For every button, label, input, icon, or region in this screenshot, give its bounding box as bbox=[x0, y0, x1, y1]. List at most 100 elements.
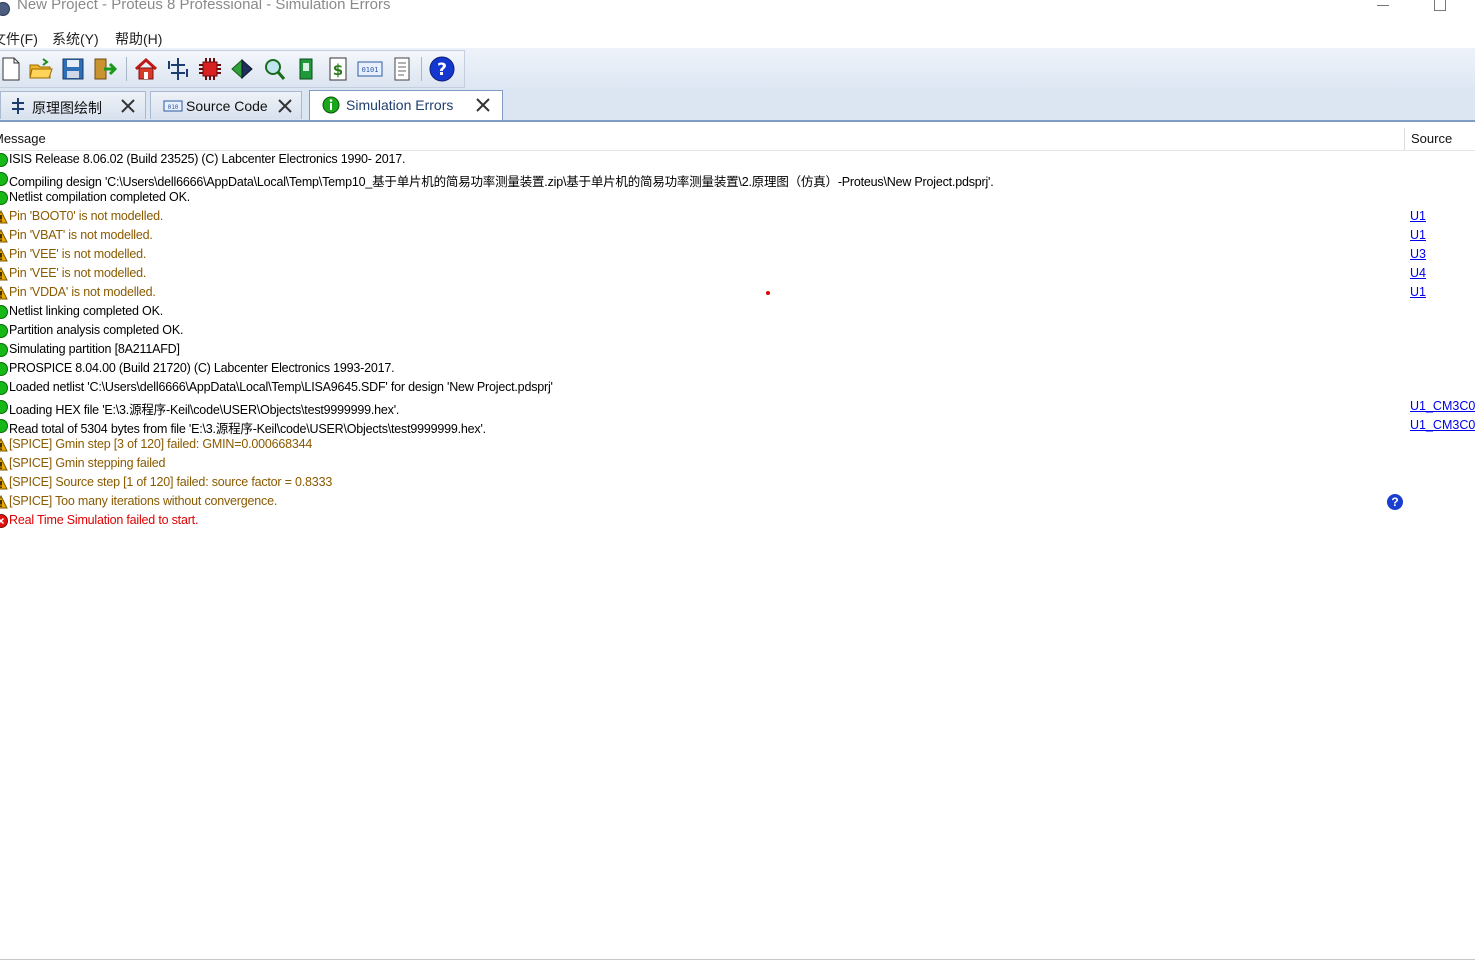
gerber-viewer-icon[interactable] bbox=[228, 55, 256, 83]
list-item[interactable]: Partition analysis completed OK. bbox=[0, 322, 1475, 341]
warning-icon bbox=[0, 285, 8, 300]
row-message: Pin 'VBAT' is not modelled. bbox=[9, 228, 153, 242]
source-link[interactable]: U1 bbox=[1410, 209, 1426, 223]
row-message: Compiling design 'C:\Users\dell6666\AppD… bbox=[9, 175, 994, 189]
info-icon bbox=[0, 419, 8, 433]
info-icon bbox=[0, 324, 8, 338]
list-item[interactable]: Compiling design 'C:\Users\dell6666\AppD… bbox=[0, 170, 1475, 189]
info-icon bbox=[0, 191, 8, 205]
save-icon[interactable] bbox=[59, 55, 87, 83]
pcb-layout-icon[interactable] bbox=[196, 55, 224, 83]
list-item[interactable]: Pin 'VEE' is not modelled. U4 bbox=[0, 265, 1475, 284]
source-link[interactable]: U1_CM3C0 bbox=[1410, 399, 1475, 413]
schematic-icon bbox=[9, 97, 27, 115]
info-icon bbox=[0, 400, 8, 414]
column-divider[interactable] bbox=[1404, 128, 1405, 150]
warning-icon bbox=[0, 494, 8, 509]
help-icon[interactable]: ? bbox=[1387, 494, 1403, 510]
row-message: ISIS Release 8.06.02 (Build 23525) (C) L… bbox=[9, 152, 406, 166]
info-icon bbox=[0, 153, 8, 167]
list-item[interactable]: PROSPICE 8.04.00 (Build 21720) (C) Labce… bbox=[0, 360, 1475, 379]
menu-bar: 文件(F) 系统(Y) 帮助(H) bbox=[0, 26, 1475, 48]
warning-icon bbox=[0, 475, 8, 490]
home-icon[interactable] bbox=[132, 55, 160, 83]
warning-icon bbox=[0, 266, 8, 281]
list-item[interactable]: Real Time Simulation failed to start. bbox=[0, 512, 1475, 531]
info-icon bbox=[0, 172, 8, 186]
row-message: [SPICE] Gmin stepping failed bbox=[9, 456, 166, 470]
info-icon bbox=[0, 343, 8, 357]
warning-icon bbox=[0, 456, 8, 471]
warning-icon bbox=[0, 228, 8, 243]
row-message: Simulating partition [8A211AFD] bbox=[9, 342, 180, 356]
error-icon bbox=[0, 514, 8, 528]
close-icon[interactable] bbox=[119, 97, 137, 115]
list-item[interactable]: [SPICE] Source step [1 of 120] failed: s… bbox=[0, 474, 1475, 493]
3d-visualizer-icon[interactable] bbox=[292, 55, 320, 83]
list-item[interactable]: Netlist compilation completed OK. bbox=[0, 189, 1475, 208]
notes-icon[interactable] bbox=[388, 55, 416, 83]
list-header: Message Source bbox=[0, 128, 1475, 151]
row-message: Partition analysis completed OK. bbox=[9, 323, 184, 337]
row-message: [SPICE] Source step [1 of 120] failed: s… bbox=[9, 475, 333, 489]
help-icon[interactable]: ? bbox=[428, 55, 456, 83]
row-message: Pin 'VDDA' is not modelled. bbox=[9, 285, 156, 299]
design-explorer-icon[interactable] bbox=[260, 55, 288, 83]
binary-code-icon: 010 bbox=[163, 97, 183, 115]
info-icon bbox=[0, 381, 8, 395]
cursor-marker bbox=[766, 291, 770, 295]
maximize-button[interactable] bbox=[1434, 0, 1446, 11]
menu-help[interactable]: 帮助(H) bbox=[115, 29, 162, 49]
source-link[interactable]: U1 bbox=[1410, 228, 1426, 242]
list-item[interactable]: [SPICE] Gmin step [3 of 120] failed: GMI… bbox=[0, 436, 1475, 455]
source-link[interactable]: U3 bbox=[1410, 247, 1426, 261]
list-item[interactable]: ISIS Release 8.06.02 (Build 23525) (C) L… bbox=[0, 151, 1475, 170]
list-item[interactable]: Pin 'BOOT0' is not modelled. U1 bbox=[0, 208, 1475, 227]
svg-text:0101: 0101 bbox=[362, 66, 379, 74]
list-item[interactable]: Loaded netlist 'C:\Users\dell6666\AppDat… bbox=[0, 379, 1475, 398]
tab-source-code[interactable]: 010 Source Code bbox=[150, 91, 302, 119]
close-icon[interactable] bbox=[276, 97, 294, 115]
row-message: [SPICE] Too many iterations without conv… bbox=[9, 494, 278, 508]
info-icon bbox=[322, 96, 340, 114]
menu-file[interactable]: 文件(F) bbox=[0, 29, 38, 49]
proteus-app-icon bbox=[0, 2, 10, 16]
main-toolbar: $ 0101 ? bbox=[0, 50, 465, 88]
tab-label: Source Code bbox=[186, 98, 268, 114]
list-item[interactable]: [SPICE] Too many iterations without conv… bbox=[0, 493, 1475, 512]
tab-simulation-errors[interactable]: Simulation Errors bbox=[309, 90, 503, 120]
list-item[interactable]: Simulating partition [8A211AFD] bbox=[0, 341, 1475, 360]
source-code-icon[interactable]: 0101 bbox=[356, 55, 384, 83]
tab-schematic-capture[interactable]: 原理图绘制 bbox=[0, 91, 146, 119]
tab-label: Simulation Errors bbox=[346, 97, 454, 113]
schematic-icon[interactable] bbox=[164, 55, 192, 83]
bill-of-materials-icon[interactable]: $ bbox=[324, 55, 352, 83]
row-message: Real Time Simulation failed to start. bbox=[9, 513, 199, 527]
list-item[interactable]: Pin 'VDDA' is not modelled. U1 bbox=[0, 284, 1475, 303]
list-item[interactable]: Loading HEX file 'E:\3.源程序-Keil\code\USE… bbox=[0, 398, 1475, 417]
list-item[interactable]: Pin 'VBAT' is not modelled. U1 bbox=[0, 227, 1475, 246]
close-project-icon[interactable] bbox=[91, 55, 119, 83]
list-item[interactable]: Netlist linking completed OK. bbox=[0, 303, 1475, 322]
row-message: Read total of 5304 bytes from file 'E:\3… bbox=[9, 422, 486, 436]
status-divider bbox=[0, 959, 1475, 960]
source-link[interactable]: U1_CM3C0 bbox=[1410, 418, 1475, 432]
row-message: Pin 'VEE' is not modelled. bbox=[9, 266, 147, 280]
svg-text:?: ? bbox=[437, 60, 447, 80]
column-header-message[interactable]: Message bbox=[0, 131, 46, 146]
open-folder-icon[interactable] bbox=[27, 55, 55, 83]
source-link[interactable]: U4 bbox=[1410, 266, 1426, 280]
source-link[interactable]: U1 bbox=[1410, 285, 1426, 299]
list-item[interactable]: Pin 'VEE' is not modelled. U3 bbox=[0, 246, 1475, 265]
svg-text:$: $ bbox=[333, 61, 343, 79]
info-icon bbox=[0, 305, 8, 319]
new-file-icon[interactable] bbox=[0, 55, 25, 83]
close-icon[interactable] bbox=[474, 96, 492, 114]
list-item[interactable]: [SPICE] Gmin stepping failed bbox=[0, 455, 1475, 474]
window-title: New Project - Proteus 8 Professional - S… bbox=[17, 0, 391, 13]
minimize-button[interactable] bbox=[1377, 5, 1389, 6]
menu-system[interactable]: 系统(Y) bbox=[52, 29, 99, 49]
column-header-source[interactable]: Source bbox=[1411, 131, 1452, 146]
list-item[interactable]: Read total of 5304 bytes from file 'E:\3… bbox=[0, 417, 1475, 436]
warning-icon bbox=[0, 247, 8, 262]
